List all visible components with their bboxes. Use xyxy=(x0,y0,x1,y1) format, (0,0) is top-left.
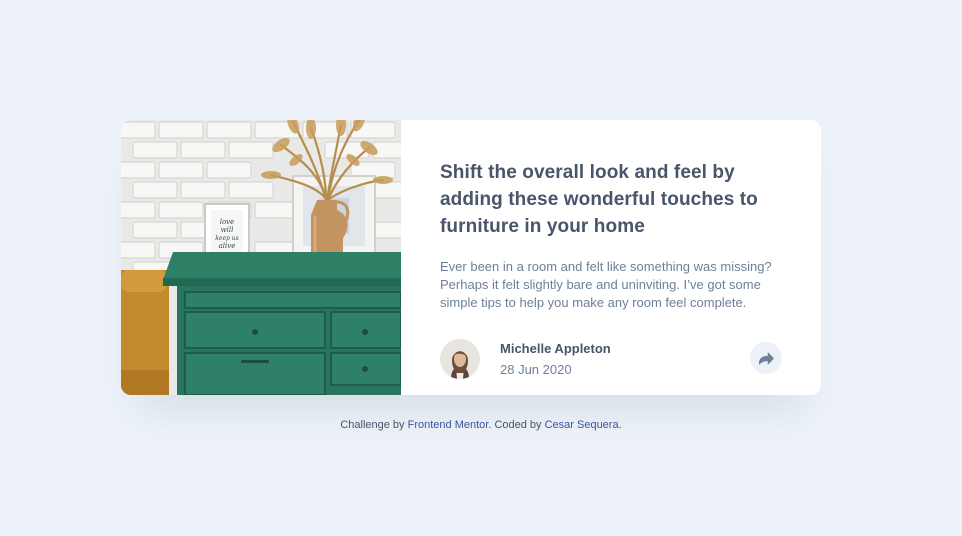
article-card: love will keep us alive Shift the overal… xyxy=(121,120,821,395)
avatar xyxy=(440,339,480,379)
coder-link[interactable]: Cesar Sequera xyxy=(545,419,619,431)
svg-text:will: will xyxy=(221,226,234,234)
attribution-suffix: . xyxy=(618,419,622,431)
share-button[interactable] xyxy=(750,342,782,374)
svg-text:love: love xyxy=(220,218,235,226)
article-content: Shift the overall look and feel by addin… xyxy=(401,120,821,395)
drawers-image: love will keep us alive xyxy=(121,120,401,395)
svg-text:alive: alive xyxy=(219,242,236,250)
attribution: Challenge by Frontend Mentor. Coded by C… xyxy=(0,419,962,431)
author-info: Michelle Appleton 28 Jun 2020 xyxy=(500,341,611,378)
attribution-middle: . Coded by xyxy=(488,419,542,431)
svg-text:keep us: keep us xyxy=(215,235,238,242)
author-name: Michelle Appleton xyxy=(500,340,611,356)
publish-date: 28 Jun 2020 xyxy=(500,361,572,377)
share-icon xyxy=(758,351,774,365)
frontend-mentor-link[interactable]: Frontend Mentor xyxy=(408,419,489,431)
article-description: Ever been in a room and felt like someth… xyxy=(440,259,772,310)
author-block: Michelle Appleton 28 Jun 2020 xyxy=(440,339,611,379)
article-title: Shift the overall look and feel by addin… xyxy=(440,162,758,237)
attribution-prefix: Challenge by xyxy=(340,419,405,431)
